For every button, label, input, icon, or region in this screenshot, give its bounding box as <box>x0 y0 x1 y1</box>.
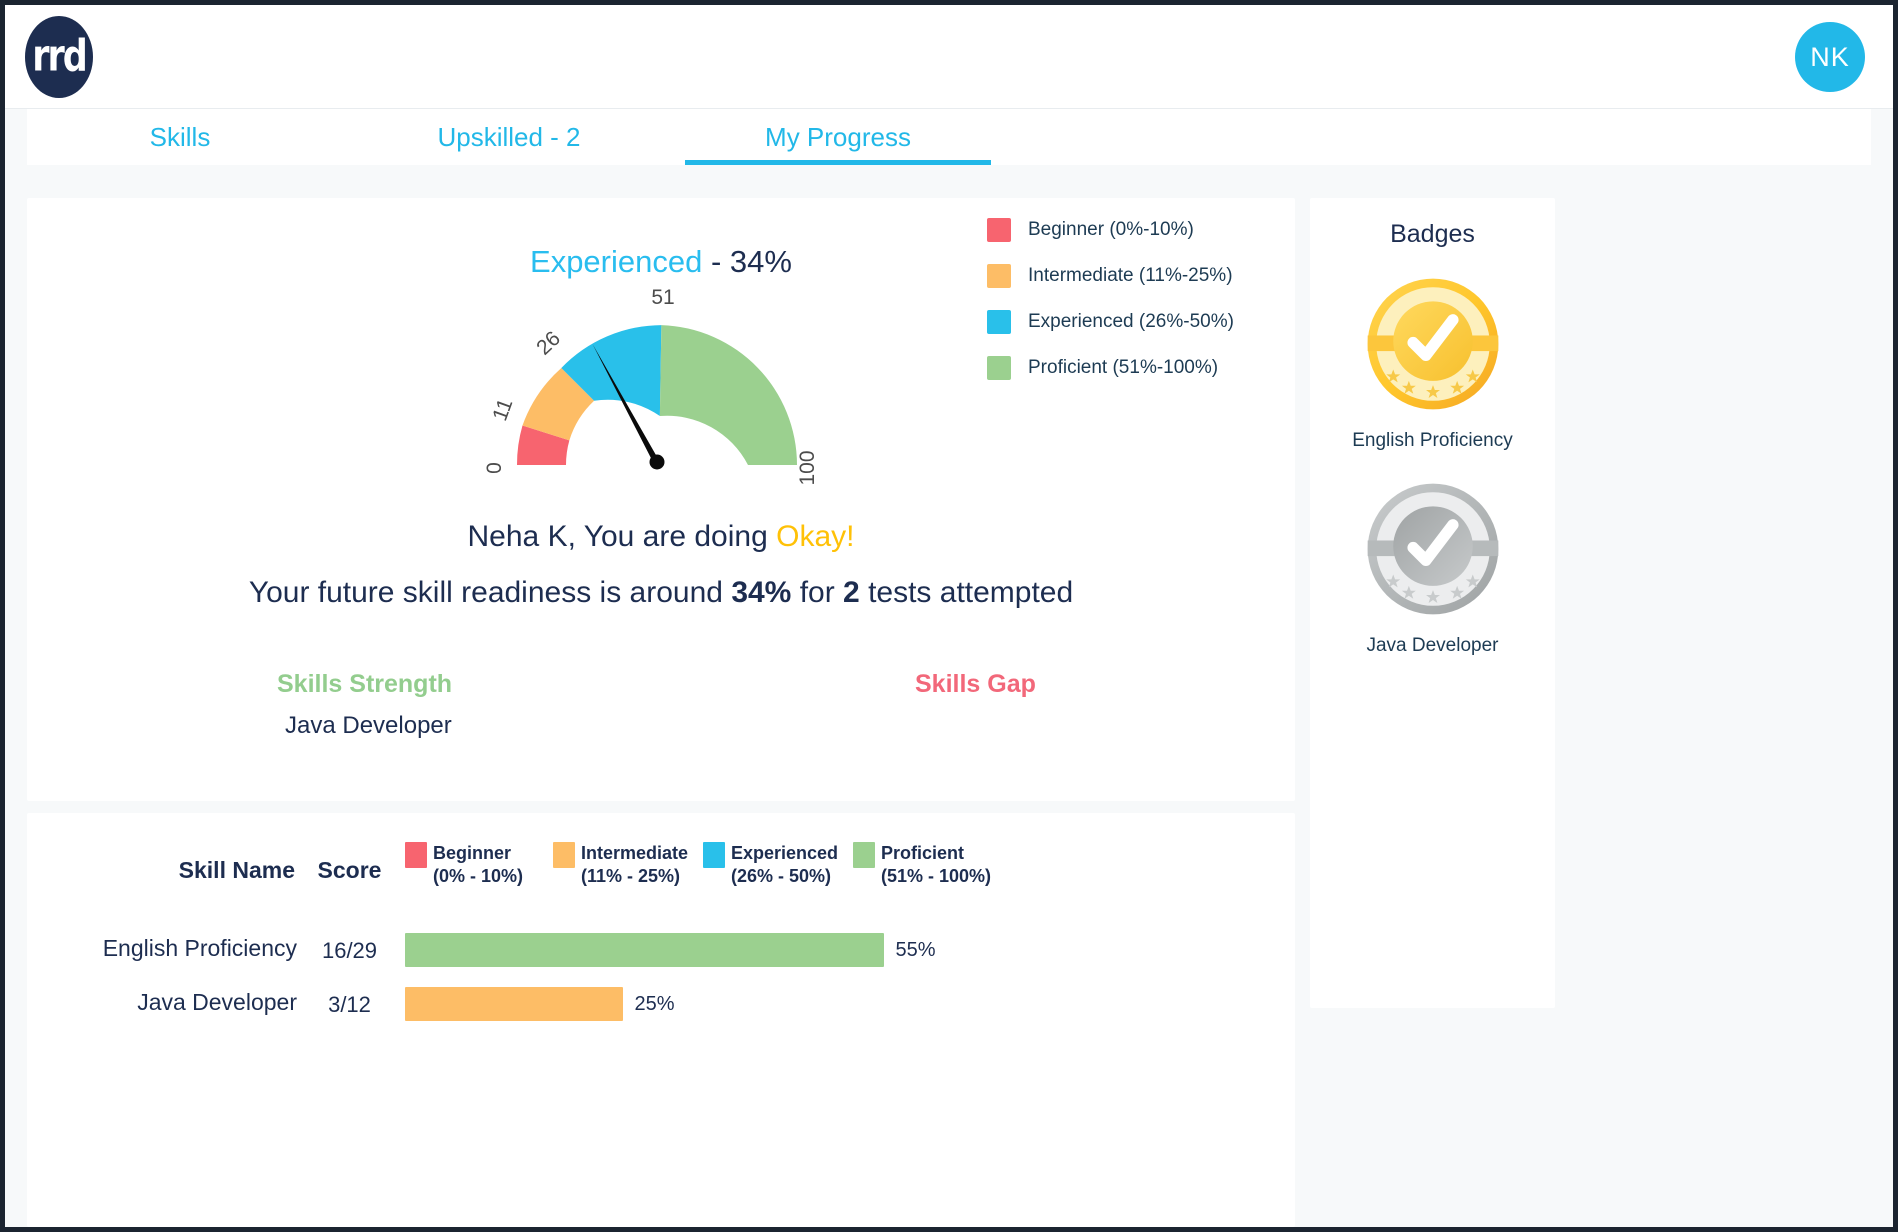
gauge-tick-51: 51 <box>651 286 674 309</box>
badge-caption: Java Developer <box>1310 635 1555 657</box>
table-legend-range-intermediate: (11% - 25%) <box>581 865 688 888</box>
row-skill-name: English Proficiency <box>47 935 297 962</box>
progress-summary-card: Experienced - 34% <box>27 198 1295 801</box>
table-legend-text-proficient: Proficient (51% - 100%) <box>881 842 991 887</box>
badge-caption: English Proficiency <box>1310 430 1555 452</box>
table-legend-swatch-experienced-icon <box>703 842 725 868</box>
table-legend-label-beginner: Beginner <box>433 843 511 863</box>
legend-label-proficient: Proficient (51%-100%) <box>1028 357 1218 379</box>
gauge-tick-0: 0 <box>483 462 506 474</box>
table-legend-swatch-beginner-icon <box>405 842 427 868</box>
legend-swatch-experienced-icon <box>987 310 1011 334</box>
row-score: 3/12 <box>312 992 387 1018</box>
gold-badge-icon <box>1362 273 1504 415</box>
table-legend-range-experienced: (26% - 50%) <box>731 865 838 888</box>
row-bar-track: 25% <box>405 987 1275 1021</box>
table-col-skill-name: Skill Name <box>175 857 295 884</box>
readiness-part-c: tests attempted <box>860 576 1073 609</box>
right-column: Badges <box>1310 198 1555 1227</box>
gauge-tick-100: 100 <box>796 450 819 485</box>
legend-item-experienced: Experienced (26%-50%) <box>987 310 1234 334</box>
badge-english-proficiency[interactable]: English Proficiency <box>1310 273 1555 452</box>
table-header-row: Skill Name Score Beginner (0% - 10%) <box>27 837 1295 905</box>
table-row[interactable]: English Proficiency 16/29 55% <box>27 925 1295 979</box>
table-legend-text-experienced: Experienced (26% - 50%) <box>731 842 838 887</box>
table-col-score: Score <box>312 857 387 884</box>
readiness-text: Your future skill readiness is around 34… <box>27 576 1295 610</box>
legend-swatch-proficient-icon <box>987 356 1011 380</box>
badge-java-developer[interactable]: Java Developer <box>1310 478 1555 657</box>
silver-badge-icon <box>1362 478 1504 620</box>
greeting-text: Neha K, You are doing Okay! <box>27 520 1295 554</box>
legend-swatch-intermediate-icon <box>987 264 1011 288</box>
table-legend-swatch-proficient-icon <box>853 842 875 868</box>
readiness-part-b: for <box>791 576 843 609</box>
readiness-test-count: 2 <box>843 576 860 609</box>
gauge-legend: Beginner (0%-10%) Intermediate (11%-25%)… <box>987 218 1234 380</box>
app-logo[interactable]: rrd <box>25 16 93 98</box>
table-legend-item-proficient: Proficient (51% - 100%) <box>853 842 1003 887</box>
greeting-highlight: Okay! <box>776 520 854 553</box>
logo-text: rrd <box>32 35 86 79</box>
gauge-chart: 0 11 26 51 100 <box>457 260 857 510</box>
table-legend-item-intermediate: Intermediate (11% - 25%) <box>553 842 703 887</box>
app-root: rrd NK Skills Upskilled - 2 My Progress … <box>0 0 1898 1232</box>
table-legend-label-intermediate: Intermediate <box>581 843 688 863</box>
table-legend-range-beginner: (0% - 10%) <box>433 865 523 888</box>
badges-panel: Badges <box>1310 198 1555 1008</box>
table-legend-swatch-intermediate-icon <box>553 842 575 868</box>
table-legend-text-intermediate: Intermediate (11% - 25%) <box>581 842 688 887</box>
table-legend-item-beginner: Beginner (0% - 10%) <box>405 842 553 887</box>
row-score: 16/29 <box>312 938 387 964</box>
row-bar-fill <box>405 987 623 1021</box>
gauge-svg: 0 11 26 51 100 <box>457 260 857 510</box>
skills-strength-heading: Skills Strength <box>277 670 452 699</box>
table-legend-label-proficient: Proficient <box>881 843 964 863</box>
tab-my-progress[interactable]: My Progress <box>685 109 991 165</box>
tab-upskilled[interactable]: Upskilled - 2 <box>356 109 662 165</box>
table-legend: Beginner (0% - 10%) Intermediate (11% - … <box>405 842 1003 887</box>
avatar-initials: NK <box>1810 42 1850 73</box>
row-percent-label: 25% <box>635 993 675 1016</box>
legend-item-proficient: Proficient (51%-100%) <box>987 356 1234 380</box>
tab-my-progress-label: My Progress <box>765 122 911 153</box>
table-legend-item-experienced: Experienced (26% - 50%) <box>703 842 853 887</box>
left-column: Experienced - 34% <box>27 198 1295 1227</box>
content-area: Experienced - 34% <box>5 165 1893 1227</box>
tab-upskilled-label: Upskilled - 2 <box>437 122 580 153</box>
row-bar-track: 55% <box>405 933 1275 967</box>
row-percent-label: 55% <box>896 939 936 962</box>
legend-item-beginner: Beginner (0%-10%) <box>987 218 1234 242</box>
gauge-tick-26: 26 <box>532 327 565 360</box>
legend-label-beginner: Beginner (0%-10%) <box>1028 219 1194 241</box>
table-legend-text-beginner: Beginner (0% - 10%) <box>433 842 523 887</box>
row-bar-fill <box>405 933 884 967</box>
gauge-tick-11: 11 <box>488 396 517 424</box>
legend-swatch-beginner-icon <box>987 218 1011 242</box>
readiness-percent: 34% <box>731 576 791 609</box>
tab-bar: Skills Upskilled - 2 My Progress <box>27 109 1871 165</box>
tab-skills[interactable]: Skills <box>27 109 333 165</box>
gauge-band-proficient <box>660 325 797 465</box>
badges-title: Badges <box>1310 220 1555 249</box>
table-legend-range-proficient: (51% - 100%) <box>881 865 991 888</box>
readiness-part-a: Your future skill readiness is around <box>249 576 732 609</box>
skills-strength-item: Java Developer <box>285 712 452 740</box>
table-row[interactable]: Java Developer 3/12 25% <box>27 979 1295 1033</box>
legend-label-experienced: Experienced (26%-50%) <box>1028 311 1234 333</box>
greeting-prefix: Neha K, You are doing <box>468 520 777 553</box>
skills-gap-heading: Skills Gap <box>915 670 1036 699</box>
skills-strength-gap-section: Skills Strength Skills Gap Java Develope… <box>27 670 1295 780</box>
tab-skills-label: Skills <box>150 122 211 153</box>
top-bar: rrd NK <box>5 5 1893 109</box>
row-skill-name: Java Developer <box>47 989 297 1016</box>
legend-item-intermediate: Intermediate (11%-25%) <box>987 264 1234 288</box>
avatar[interactable]: NK <box>1795 22 1865 92</box>
table-legend-label-experienced: Experienced <box>731 843 838 863</box>
skills-score-table: Skill Name Score Beginner (0% - 10%) <box>27 813 1295 1227</box>
legend-label-intermediate: Intermediate (11%-25%) <box>1028 265 1233 287</box>
